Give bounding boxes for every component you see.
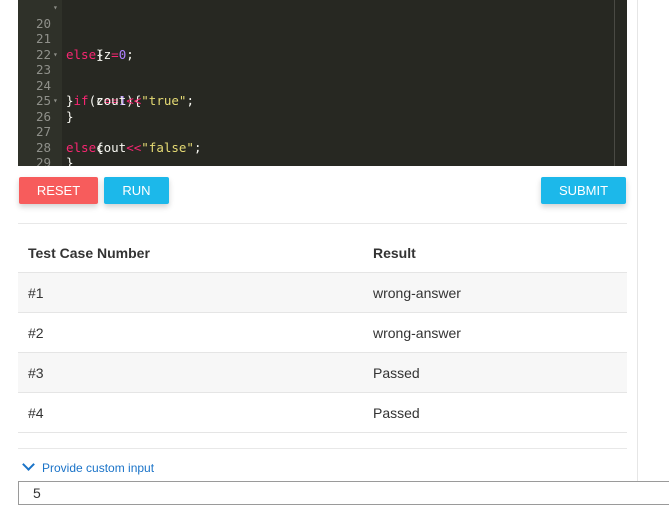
table-header-row: Test Case Number Result bbox=[18, 233, 627, 273]
header-result: Result bbox=[373, 245, 416, 261]
code-line: 29 return 0; bbox=[18, 140, 618, 166]
fold-arrow-icon[interactable]: ▾ bbox=[53, 47, 58, 63]
results-table: Test Case Number Result #1 wrong-answer … bbox=[18, 233, 627, 433]
divider bbox=[18, 448, 627, 449]
divider bbox=[18, 223, 627, 224]
test-result: Passed bbox=[373, 365, 420, 381]
test-result: wrong-answer bbox=[373, 325, 461, 341]
code-line: 20 ▾ else{z=0; bbox=[18, 0, 618, 62]
run-button[interactable]: RUN bbox=[104, 177, 169, 204]
code-line: 26 ▾ else{ bbox=[18, 93, 618, 155]
code-line: 28 } bbox=[18, 124, 618, 167]
test-case-number: #2 bbox=[28, 325, 44, 341]
chevron-down-icon bbox=[22, 458, 35, 471]
test-result: Passed bbox=[373, 405, 420, 421]
table-row: #1 wrong-answer bbox=[18, 273, 627, 313]
custom-input-field[interactable] bbox=[18, 481, 669, 505]
submission-panel: 20 ▾ else{z=0; 21 } 22 23 ▾ }if(z==1){ 2… bbox=[0, 0, 638, 500]
custom-input-label: Provide custom input bbox=[42, 461, 155, 475]
provide-custom-input-toggle[interactable]: Provide custom input bbox=[22, 458, 155, 475]
code-line: 22 bbox=[18, 31, 618, 62]
table-row: #3 Passed bbox=[18, 353, 627, 393]
test-case-number: #3 bbox=[28, 365, 44, 381]
code-line: 30 } bbox=[18, 155, 618, 166]
code-line: 21 } bbox=[18, 16, 618, 62]
code-editor[interactable]: 20 ▾ else{z=0; 21 } 22 23 ▾ }if(z==1){ 2… bbox=[18, 0, 627, 166]
test-case-number: #4 bbox=[28, 405, 44, 421]
code-line: 25 } bbox=[18, 78, 618, 124]
table-row: #2 wrong-answer bbox=[18, 313, 627, 353]
code-line: 24 cout<<"true"; bbox=[18, 62, 618, 109]
code-line: 23 ▾ }if(z==1){ bbox=[18, 47, 618, 109]
reset-button[interactable]: RESET bbox=[19, 177, 98, 204]
test-result: wrong-answer bbox=[373, 285, 461, 301]
header-test-case-number: Test Case Number bbox=[28, 245, 150, 261]
submit-button[interactable]: SUBMIT bbox=[541, 177, 626, 204]
code-line: 27 cout<<"false"; bbox=[18, 109, 618, 155]
fold-arrow-icon[interactable]: ▾ bbox=[53, 93, 58, 109]
table-row: #4 Passed bbox=[18, 393, 627, 433]
test-case-number: #1 bbox=[28, 285, 44, 301]
fold-arrow-icon[interactable]: ▾ bbox=[53, 0, 58, 16]
